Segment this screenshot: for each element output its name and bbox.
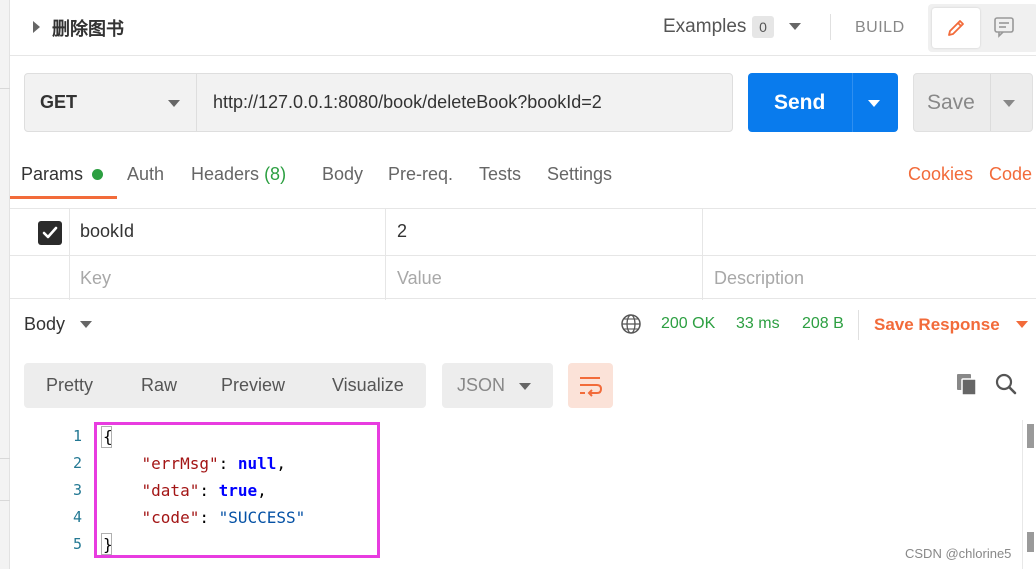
line-number: 4 — [72, 508, 82, 526]
format-select[interactable]: JSON — [442, 363, 553, 408]
chevron-down-icon[interactable] — [80, 321, 92, 328]
tab-tests[interactable]: Tests — [479, 164, 521, 185]
divider — [830, 14, 831, 40]
tab-preview[interactable]: Preview — [221, 375, 285, 396]
response-size[interactable]: 208 B — [802, 315, 844, 333]
examples-count-badge: 0 — [752, 16, 774, 38]
collapse-triangle-icon[interactable] — [33, 21, 40, 33]
checkmark-icon — [42, 226, 58, 239]
save-button[interactable]: Save — [913, 73, 1033, 132]
tab-body[interactable]: Body — [322, 164, 363, 185]
send-label: Send — [774, 91, 826, 114]
tab-headers-label: Headers — [191, 164, 260, 184]
method-label: GET — [40, 92, 78, 112]
line-number: 3 — [72, 481, 82, 499]
params-table: bookId 2 Key Value Description — [10, 208, 1036, 300]
divider — [858, 310, 859, 340]
sidebar-edge — [0, 0, 10, 569]
param-key[interactable]: bookId — [80, 221, 134, 242]
status-code[interactable]: 200 OK — [661, 315, 715, 333]
save-response-button[interactable]: Save Response — [874, 315, 1000, 335]
active-tab-underline — [10, 196, 117, 199]
scrollbar-thumb[interactable] — [1027, 424, 1034, 448]
save-label: Save — [927, 91, 975, 114]
examples-caret-icon[interactable] — [789, 23, 801, 30]
tab-headers[interactable]: Headers (8) — [191, 164, 286, 185]
line-number: 1 — [72, 427, 82, 445]
request-name[interactable]: 删除图书 — [52, 15, 124, 41]
comment-mode-button[interactable] — [992, 15, 1016, 44]
param-value[interactable]: 2 — [397, 221, 407, 242]
tab-raw[interactable]: Raw — [141, 375, 177, 396]
save-options-chevron-icon[interactable] — [1003, 100, 1015, 107]
send-button[interactable]: Send — [748, 73, 898, 132]
wrap-lines-icon — [580, 377, 603, 397]
response-header: Body 200 OK 33 ms 208 B Save Response — [10, 300, 1036, 350]
line-number: 2 — [72, 454, 82, 472]
param-enabled-checkbox[interactable] — [38, 221, 62, 245]
url-bar: GET — [24, 73, 733, 132]
build-mode-label[interactable]: BUILD — [855, 19, 905, 37]
sidebar-edge-divider — [0, 88, 10, 89]
tab-settings[interactable]: Settings — [547, 164, 612, 185]
params-indicator-dot — [92, 169, 103, 180]
vertical-scrollbar[interactable] — [1022, 420, 1036, 569]
sidebar-edge-divider — [0, 458, 10, 459]
value-placeholder[interactable]: Value — [397, 268, 442, 289]
cookies-link[interactable]: Cookies — [908, 164, 973, 185]
watermark: CSDN @chlorine5 — [905, 546, 1012, 561]
chevron-down-icon — [168, 100, 180, 107]
request-tabs: Params Auth Headers (8) Body Pre-req. Te… — [10, 150, 1036, 200]
tab-auth[interactable]: Auth — [127, 164, 164, 185]
response-time[interactable]: 33 ms — [736, 315, 780, 333]
response-code-editor[interactable]: 1 2 3 4 5 { "errMsg": null, "data": true… — [10, 420, 1036, 569]
annotation-highlight-box — [94, 422, 380, 558]
send-divider — [852, 73, 853, 132]
code-link[interactable]: Code — [989, 164, 1032, 185]
tab-pretty[interactable]: Pretty — [46, 375, 93, 396]
table-row: Key Value Description — [10, 255, 1036, 300]
copy-icon[interactable] — [955, 372, 979, 396]
scrollbar-thumb[interactable] — [1027, 532, 1034, 552]
tab-visualize[interactable]: Visualize — [332, 375, 404, 396]
save-divider — [990, 74, 991, 131]
response-body-label[interactable]: Body — [24, 314, 65, 335]
save-response-chevron-icon[interactable] — [1016, 321, 1028, 328]
line-number: 5 — [72, 535, 82, 553]
send-options-chevron-icon[interactable] — [868, 100, 880, 107]
globe-icon[interactable] — [620, 313, 642, 335]
wrap-lines-button[interactable] — [568, 363, 613, 408]
chevron-down-icon — [519, 383, 531, 390]
edit-mode-button[interactable] — [932, 8, 980, 48]
response-view-tabs: Pretty Raw Preview Visualize — [24, 363, 426, 408]
description-placeholder[interactable]: Description — [714, 268, 804, 289]
headers-count: (8) — [264, 164, 287, 184]
method-select[interactable]: GET — [25, 74, 197, 131]
url-input[interactable] — [198, 74, 731, 131]
key-placeholder[interactable]: Key — [80, 268, 111, 289]
tab-prereq[interactable]: Pre-req. — [388, 164, 453, 185]
tab-params[interactable]: Params — [21, 164, 83, 185]
pencil-icon — [948, 20, 964, 36]
examples-label[interactable]: Examples — [663, 16, 746, 38]
comment-icon — [994, 17, 1014, 38]
request-header-bar: 删除图书 Examples 0 BUILD — [10, 0, 1036, 56]
table-row: bookId 2 — [10, 209, 1036, 254]
search-icon[interactable] — [994, 372, 1018, 396]
sidebar-edge-divider — [0, 500, 10, 501]
format-label: JSON — [457, 375, 506, 395]
